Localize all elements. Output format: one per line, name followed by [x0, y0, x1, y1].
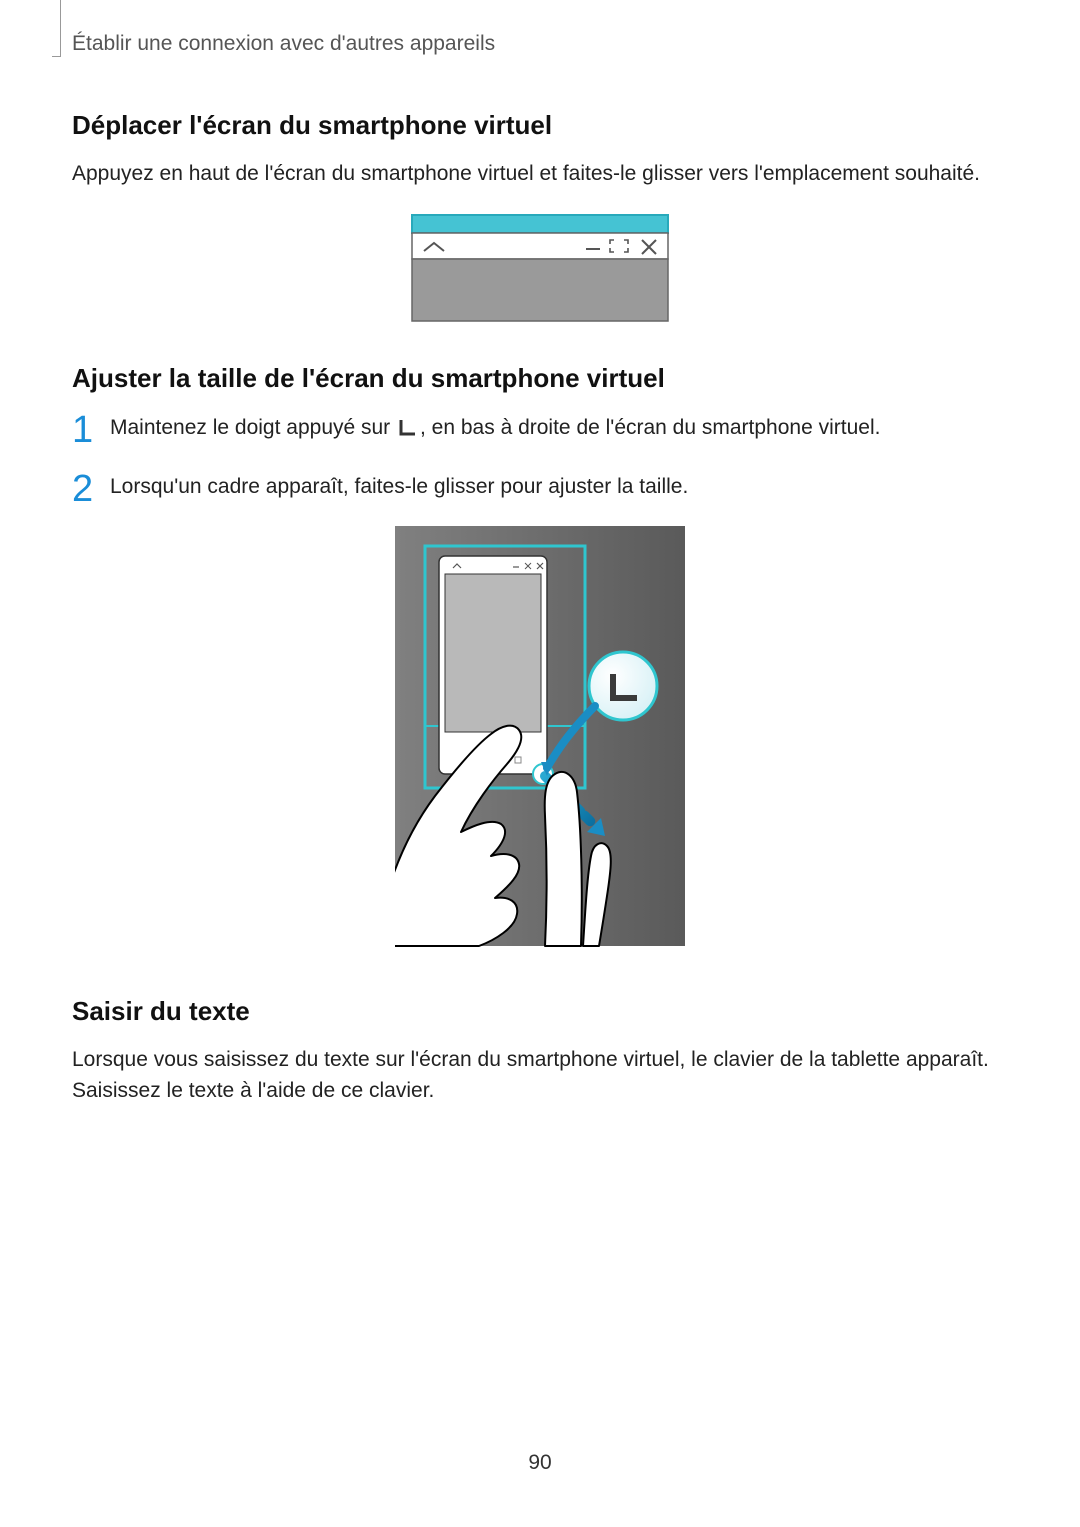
page-number: 90 — [0, 1451, 1080, 1475]
paragraph-move-screen: Appuyez en haut de l'écran du smartphone… — [72, 159, 1008, 189]
paragraph-enter-text: Lorsque vous saisissez du texte sur l'éc… — [72, 1045, 1008, 1106]
page-tab-decoration — [52, 0, 61, 57]
heading-resize-screen: Ajuster la taille de l'écran du smartpho… — [72, 363, 1008, 394]
step-1: Maintenez le doigt appuyé sur , en bas à… — [72, 412, 1008, 447]
heading-move-screen: Déplacer l'écran du smartphone virtuel — [72, 110, 1008, 141]
step-2: Lorsqu'un cadre apparaît, faites-le glis… — [72, 471, 1008, 503]
resize-corner-icon — [398, 415, 418, 447]
breadcrumb: Établir une connexion avec d'autres appa… — [72, 32, 495, 56]
figure-resize-gesture — [395, 526, 685, 956]
heading-enter-text: Saisir du texte — [72, 996, 1008, 1027]
figure-window-titlebar — [410, 213, 670, 323]
step-1-text-pre: Maintenez le doigt appuyé sur — [110, 416, 396, 439]
step-1-text-post: , en bas à droite de l'écran du smartpho… — [420, 416, 880, 439]
